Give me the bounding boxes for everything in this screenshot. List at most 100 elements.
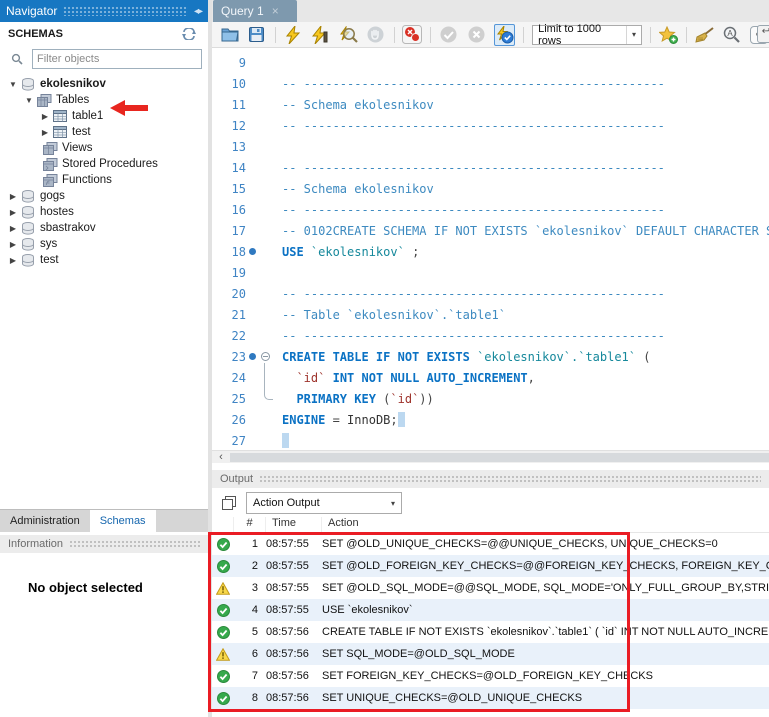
editor-tab-bar: Query 1 × [212, 0, 769, 22]
editor-line-25[interactable]: 25 PRIMARY KEY (`id`)) [212, 388, 769, 409]
tree-item-label: hostes [40, 206, 74, 218]
output-stack-icon [218, 493, 240, 513]
panel-toggle-icons[interactable]: ◂▸ [194, 6, 202, 17]
filter-objects-input[interactable] [32, 49, 202, 69]
tree-item-stored-procedures[interactable]: Stored Procedures [0, 156, 208, 172]
expand-icon[interactable]: ▶ [38, 128, 52, 137]
tree-item-gogs[interactable]: ▶gogs [0, 188, 208, 204]
refresh-schemas-icon[interactable] [178, 24, 200, 44]
search-icon [6, 49, 28, 69]
editor-line-19[interactable]: 19 [212, 262, 769, 283]
status-ok-icon [212, 626, 234, 639]
editor-line-9[interactable]: 9 [212, 52, 769, 73]
editor-line-27[interactable]: 27 [212, 430, 769, 450]
expand-icon[interactable]: ▶ [6, 240, 20, 249]
tab-query-1[interactable]: Query 1 × [213, 0, 297, 22]
find-icon[interactable]: A [722, 25, 741, 45]
expand-icon[interactable]: ▶ [38, 112, 52, 121]
tree-item-sys[interactable]: ▶sys [0, 236, 208, 252]
output-row-3[interactable]: 308:57:55SET @OLD_SQL_MODE=@@SQL_MODE, S… [212, 577, 769, 599]
output-row-4[interactable]: 408:57:55USE `ekolesnikov` [212, 599, 769, 621]
editor-line-23[interactable]: 23CREATE TABLE IF NOT EXISTS `ekolesniko… [212, 346, 769, 367]
close-tab-icon[interactable]: × [272, 5, 279, 17]
scrollbar-thumb[interactable] [230, 453, 769, 462]
editor-line-24[interactable]: 24 `id` INT NOT NULL AUTO_INCREMENT, [212, 367, 769, 388]
editor-line-26[interactable]: 26ENGINE = InnoDB; [212, 409, 769, 430]
tree-item-ekolesnikov[interactable]: ▼ekolesnikov [0, 76, 208, 92]
toggle-stop-on-error-icon[interactable] [402, 25, 422, 45]
editor-line-18[interactable]: 18USE `ekolesnikov` ; [212, 241, 769, 262]
line-number: 15 [212, 182, 246, 196]
limit-rows-dropdown[interactable]: Limit to 1000 rows ▾ [532, 25, 642, 45]
tree-item-label: test [72, 126, 91, 138]
collapse-icon[interactable]: ▼ [6, 80, 20, 89]
code-text: USE `ekolesnikov` ; [272, 245, 419, 259]
procedures-group-icon [42, 157, 58, 171]
editor-line-10[interactable]: 10-- -----------------------------------… [212, 73, 769, 94]
editor-line-20[interactable]: 20-- -----------------------------------… [212, 283, 769, 304]
editor-line-13[interactable]: 13 [212, 136, 769, 157]
row-index: 4 [234, 604, 266, 616]
selection-artifact [282, 433, 289, 448]
toggle-autocommit-icon[interactable] [494, 24, 515, 46]
beautify-query-icon[interactable] [695, 25, 714, 45]
tree-item-table1[interactable]: ▶table1 [0, 108, 208, 124]
output-toolbar: Action Output ▾ [212, 490, 769, 516]
execute-statement-icon[interactable] [311, 25, 330, 45]
tree-item-sbastrakov[interactable]: ▶sbastrakov [0, 220, 208, 236]
tree-item-hostes[interactable]: ▶ hostes [0, 204, 208, 220]
expand-icon[interactable]: ▶ [6, 192, 20, 201]
tree-item-views[interactable]: Views [0, 140, 208, 156]
explain-plan-icon[interactable] [338, 25, 358, 45]
execute-script-icon[interactable] [284, 25, 303, 45]
row-time: 08:57:56 [266, 670, 322, 682]
code-text: -- Table `ekolesnikov`.`table1` [272, 308, 506, 322]
expand-icon[interactable]: ▶ [6, 208, 20, 217]
output-row-5[interactable]: 508:57:56CREATE TABLE IF NOT EXISTS `eko… [212, 621, 769, 643]
toolbar-separator [686, 27, 687, 43]
row-time: 08:57:55 [266, 538, 322, 550]
sql-editor[interactable]: 9 10-- ----------------------------------… [212, 48, 769, 450]
schema-tree: ▼ekolesnikov▼Tables▶table1▶testViewsStor… [0, 76, 208, 268]
line-number: 9 [212, 56, 246, 70]
editor-line-14[interactable]: 14-- -----------------------------------… [212, 157, 769, 178]
editor-horizontal-scrollbar[interactable]: ‹ [212, 450, 769, 463]
save-script-icon[interactable] [247, 25, 266, 45]
schema-db-icon [20, 77, 36, 91]
line-number: 27 [212, 434, 246, 448]
output-row-8[interactable]: 808:57:56SET UNIQUE_CHECKS=@OLD_UNIQUE_C… [212, 687, 769, 709]
output-row-1[interactable]: 108:57:55SET @OLD_UNIQUE_CHECKS=@@UNIQUE… [212, 533, 769, 555]
tab-schemas[interactable]: Schemas [90, 510, 156, 532]
editor-line-17[interactable]: 17-- 0102CREATE SCHEMA IF NOT EXISTS `ek… [212, 220, 769, 241]
output-row-2[interactable]: 208:57:55SET @OLD_FOREIGN_KEY_CHECKS=@@F… [212, 555, 769, 577]
open-script-icon[interactable] [220, 25, 239, 45]
expand-icon[interactable]: ▶ [6, 256, 20, 265]
tree-item-test[interactable]: ▶ test [0, 124, 208, 140]
output-row-7[interactable]: 708:57:56SET FOREIGN_KEY_CHECKS=@OLD_FOR… [212, 665, 769, 687]
output-view-dropdown[interactable]: Action Output ▾ [246, 492, 402, 514]
scroll-left-icon[interactable]: ‹ [214, 451, 228, 463]
information-header-texture [69, 540, 200, 549]
editor-line-22[interactable]: 22-- -----------------------------------… [212, 325, 769, 346]
editor-line-11[interactable]: 11-- Schema ekolesnikov [212, 94, 769, 115]
new-snippet-icon[interactable] [659, 25, 678, 45]
toggle-wrap-icon[interactable]: ↩ [757, 25, 769, 43]
row-index: 8 [234, 692, 266, 704]
row-time: 08:57:56 [266, 648, 322, 660]
tree-item-test[interactable]: ▶test [0, 252, 208, 268]
code-text: ENGINE = InnoDB; [272, 412, 405, 427]
editor-line-15[interactable]: 15-- Schema ekolesnikov [212, 178, 769, 199]
editor-line-21[interactable]: 21-- Table `ekolesnikov`.`table1` [212, 304, 769, 325]
expand-icon[interactable]: ▶ [6, 224, 20, 233]
chevron-down-icon: ▾ [626, 26, 641, 44]
tab-administration[interactable]: Administration [0, 510, 90, 532]
editor-line-16[interactable]: 16-- -----------------------------------… [212, 199, 769, 220]
editor-line-12[interactable]: 12-- -----------------------------------… [212, 115, 769, 136]
tree-item-functions[interactable]: Functions [0, 172, 208, 188]
fold-collapse-icon[interactable] [259, 352, 272, 361]
tree-item-tables[interactable]: ▼Tables [0, 92, 208, 108]
editor-toolbar: Limit to 1000 rows ▾ A ¶ [212, 22, 769, 48]
collapse-icon[interactable]: ▼ [22, 96, 36, 105]
limit-rows-value: Limit to 1000 rows [538, 23, 626, 47]
output-row-6[interactable]: 608:57:56SET SQL_MODE=@OLD_SQL_MODE [212, 643, 769, 665]
